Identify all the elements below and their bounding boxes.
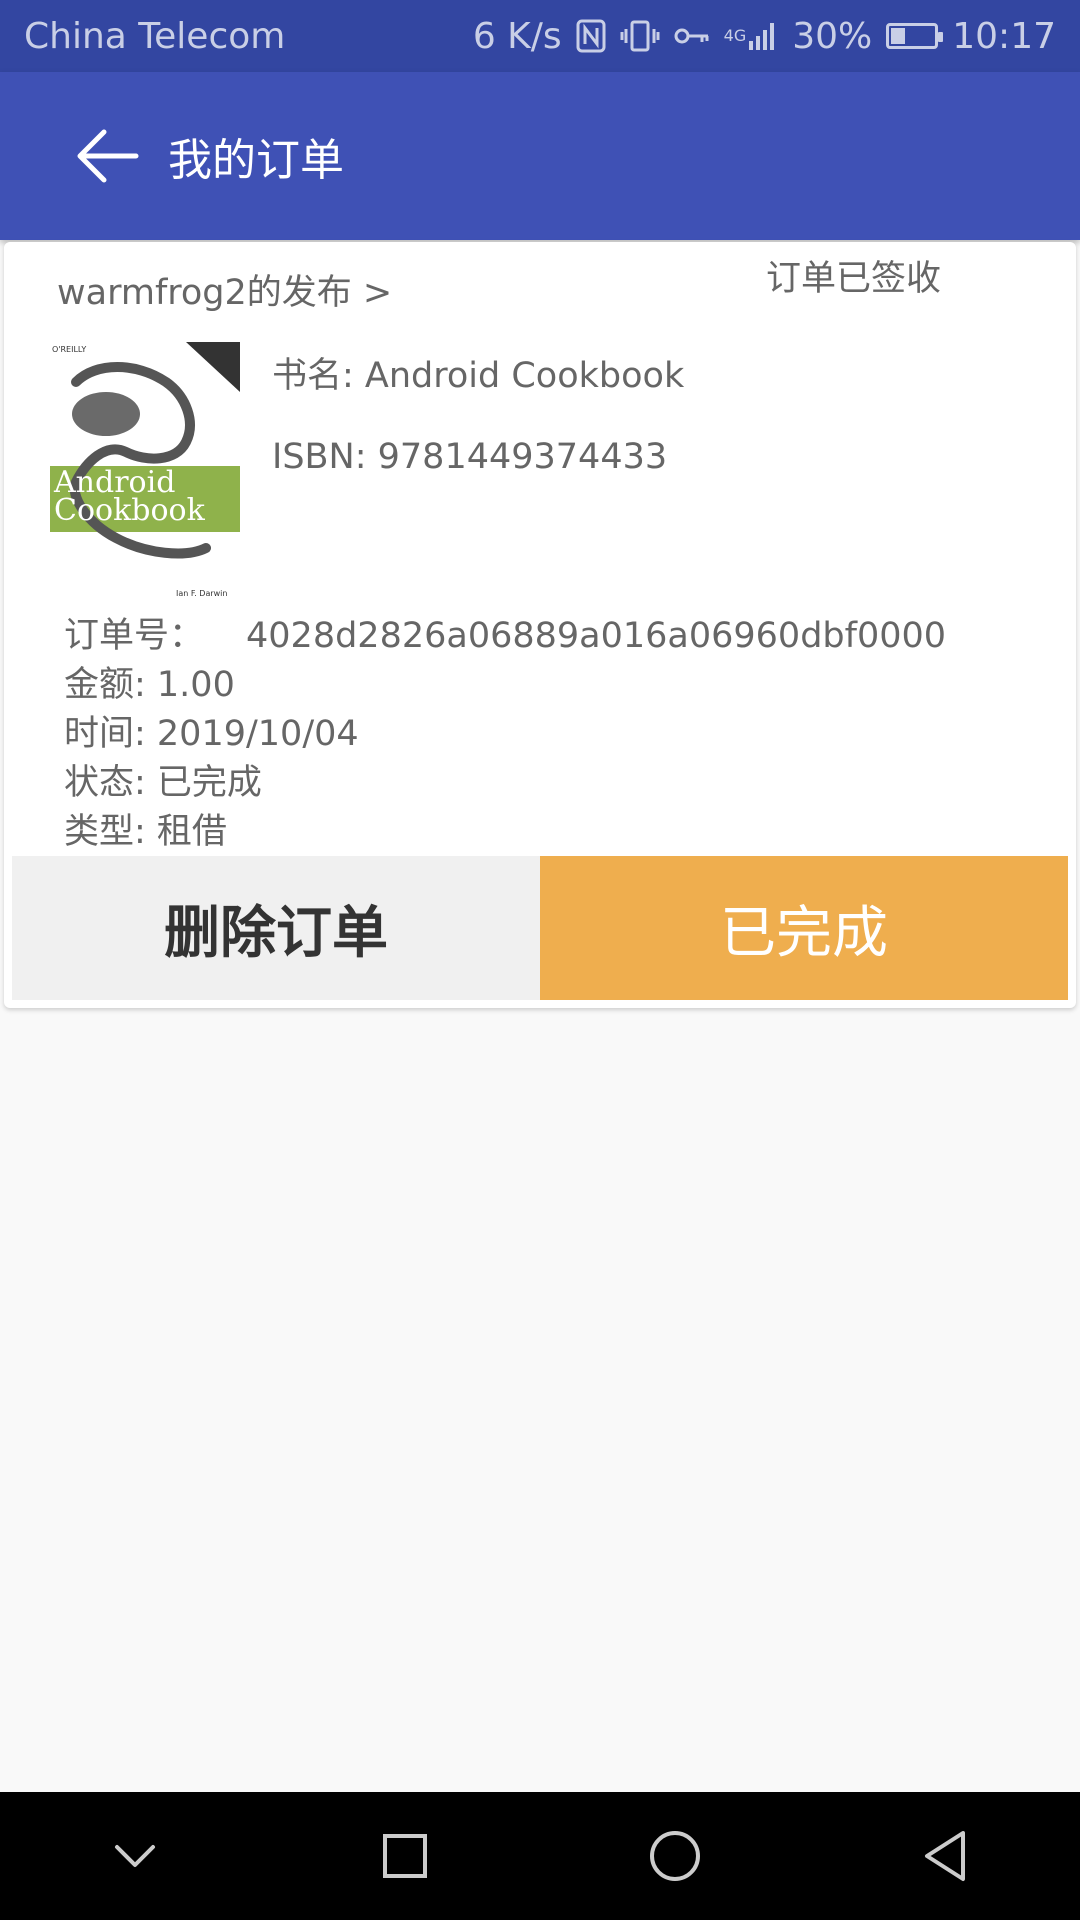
signal-icon: 4G xyxy=(724,21,779,51)
circle-icon xyxy=(650,1831,700,1881)
status-icons: 6 K/s 4G 30% 10:17 xyxy=(473,16,1056,57)
page-title: 我的订单 xyxy=(168,135,344,186)
order-number-value: 4028d2826a06889a016a06960dbf0000 xyxy=(246,616,947,656)
order-type: 类型: 租借 xyxy=(64,812,227,852)
network-speed: 6 K/s xyxy=(472,15,562,57)
nav-back-button[interactable] xyxy=(885,1796,1005,1916)
nav-hide-button[interactable] xyxy=(75,1796,195,1916)
cover-publisher: O'REILLY xyxy=(52,345,86,354)
book-title: 书名: Android Cookbook xyxy=(272,356,685,396)
book-isbn: ISBN: 9781449374433 xyxy=(272,437,668,477)
book-cover-image[interactable]: O'REILLY Android Cookbook Ian F. Darwin xyxy=(36,342,244,602)
cover-title-line2: Cookbook xyxy=(54,493,206,528)
system-nav-bar xyxy=(0,1792,1080,1920)
carrier-label: China Telecom xyxy=(24,15,286,57)
chevron-down-icon xyxy=(115,1845,155,1867)
completed-button[interactable]: 已完成 xyxy=(540,856,1068,1000)
order-state: 状态: 已完成 xyxy=(64,763,262,803)
clock: 10:17 xyxy=(952,15,1056,57)
nav-home-button[interactable] xyxy=(615,1796,735,1916)
arrow-left-icon xyxy=(77,129,139,183)
key-icon xyxy=(674,24,710,48)
order-number-row: 订单号： 4028d2826a06889a016a06960dbf0000 xyxy=(64,607,946,658)
order-status-label: 订单已签收 xyxy=(766,259,942,299)
order-amount: 金额: 1.00 xyxy=(64,665,235,705)
status-bar: China Telecom 6 K/s 4G 30% 10:17 xyxy=(0,0,1080,72)
square-icon xyxy=(383,1834,427,1878)
battery-icon xyxy=(886,23,944,49)
nfc-icon xyxy=(576,19,606,53)
delete-order-button[interactable]: 删除订单 xyxy=(12,856,540,1000)
app-bar: 我的订单 xyxy=(0,72,1080,240)
order-card[interactable]: warmfrog2的发布 > 订单已签收 O'REILLY Android Co… xyxy=(4,242,1076,1008)
order-time: 时间: 2019/10/04 xyxy=(64,714,359,754)
order-number-label: 订单号： xyxy=(64,616,205,656)
cover-author: Ian F. Darwin xyxy=(176,589,227,598)
battery-fill xyxy=(891,28,906,44)
back-button[interactable] xyxy=(58,106,158,206)
vibrate-icon xyxy=(620,19,660,53)
nav-recents-button[interactable] xyxy=(345,1796,465,1916)
battery-percent: 30% xyxy=(792,15,873,57)
triangle-icon xyxy=(925,1831,965,1881)
network-type: 4G xyxy=(723,26,747,45)
publisher-link[interactable]: warmfrog2的发布 > xyxy=(57,264,392,315)
